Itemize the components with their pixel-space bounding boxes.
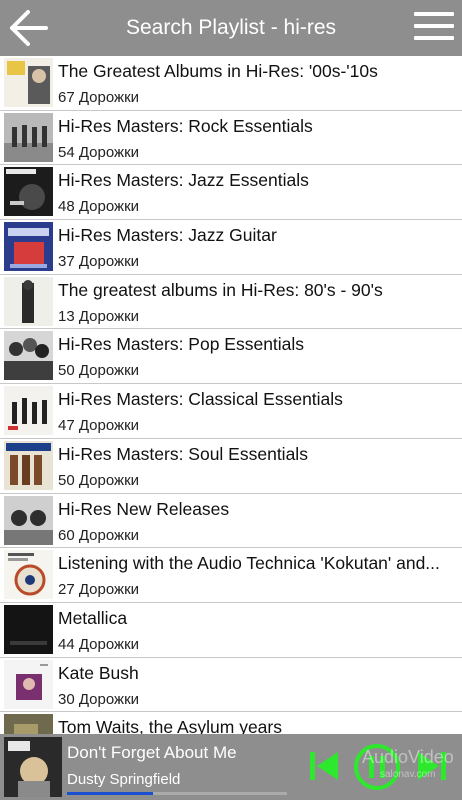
album-cover-thumbnail <box>4 714 53 734</box>
album-cover-thumbnail <box>4 58 53 107</box>
track-count: 60 Дорожки <box>58 526 140 544</box>
now-playing-cover <box>4 737 62 797</box>
album-cover-thumbnail <box>4 604 53 654</box>
now-playing-bar[interactable]: Don't Forget About Me Dusty Springfield … <box>0 734 462 800</box>
playback-progress-bar[interactable] <box>67 792 287 795</box>
playlist-title: Hi-Res Masters: Classical Essentials <box>58 389 343 410</box>
track-count: 67 Дорожки <box>58 89 140 106</box>
playlist-row[interactable]: Hi-Res Masters: Rock Essentials 54 Дорож… <box>0 111 462 166</box>
album-cover-thumbnail <box>4 112 53 162</box>
playlist-row[interactable]: The Greatest Albums in Hi-Res: '00s-'10s… <box>0 56 462 111</box>
playlist-title: Tom Waits, the Asylum years <box>58 717 282 734</box>
track-count: 27 Дорожки <box>58 581 140 599</box>
page-title: Search Playlist - hi-res <box>125 16 337 39</box>
watermark-line2: salonav.com <box>380 769 436 780</box>
top-bar: Search Playlist - hi-res <box>0 0 462 56</box>
skip-previous-icon <box>310 752 338 780</box>
album-cover-thumbnail <box>4 495 53 545</box>
track-count: 37 Дорожки <box>58 253 140 271</box>
playlist-row[interactable]: Hi-Res Masters: Jazz Guitar 37 Дорожки <box>0 220 462 275</box>
now-playing-artist: Dusty Springfield <box>67 771 181 788</box>
track-count: 54 Дорожки <box>58 143 140 161</box>
playlist-title: Kate Bush <box>58 662 139 683</box>
track-count: 50 Дорожки <box>58 471 140 489</box>
playlist-row[interactable]: Hi-Res Masters: Soul Essentials 50 Дорож… <box>0 439 462 494</box>
track-count: 30 Дорожки <box>58 690 140 708</box>
playlist-row[interactable]: Hi-Res New Releases 60 Дорожки <box>0 494 462 549</box>
playlist-title: Listening with the Audio Technica 'Kokut… <box>58 553 440 574</box>
playlist-title: The Greatest Albums in Hi-Res: '00s-'10s <box>58 61 378 81</box>
menu-icon-bar <box>414 24 454 28</box>
album-cover-thumbnail <box>4 276 53 326</box>
playlist-title: Hi-Res Masters: Jazz Essentials <box>58 170 309 191</box>
track-count: 13 Дорожки <box>58 307 140 325</box>
playlist-title: Metallica <box>58 607 128 628</box>
playlist-row[interactable]: Kate Bush 30 Дорожки <box>0 658 462 713</box>
track-count: 47 Дорожки <box>58 417 140 435</box>
arrow-left-icon <box>10 10 48 46</box>
now-playing-track-title: Don't Forget About Me <box>67 743 237 762</box>
track-count: 44 Дорожки <box>58 635 140 653</box>
playback-progress-fill <box>67 792 153 795</box>
back-button[interactable] <box>8 8 50 48</box>
playlist-row[interactable]: Hi-Res Masters: Pop Essentials 50 Дорожк… <box>0 329 462 385</box>
playlist-title: Hi-Res Masters: Rock Essentials <box>58 115 313 136</box>
album-cover-thumbnail <box>4 550 53 600</box>
hamburger-menu-button[interactable] <box>414 12 454 44</box>
menu-icon-bar <box>414 36 454 40</box>
playlist-row[interactable]: Hi-Res Masters: Classical Essentials 47 … <box>0 384 462 439</box>
playlist-title: Hi-Res Masters: Soul Essentials <box>58 443 308 464</box>
album-cover-thumbnail <box>4 659 53 709</box>
playlist-row[interactable]: Metallica 44 Дорожки <box>0 603 462 658</box>
track-count: 48 Дорожки <box>58 198 140 216</box>
playlist-row[interactable]: Hi-Res Masters: Jazz Essentials 48 Дорож… <box>0 165 462 221</box>
album-cover-thumbnail <box>4 440 53 490</box>
playlist-title: Hi-Res Masters: Pop Essentials <box>58 334 305 355</box>
album-cover-thumbnail <box>4 331 53 381</box>
menu-icon-bar <box>414 12 454 16</box>
playlist-title: Hi-Res Masters: Jazz Guitar <box>58 225 277 246</box>
playlist-list[interactable]: The Greatest Albums in Hi-Res: '00s-'10s… <box>0 56 462 734</box>
playlist-row[interactable]: The greatest albums in Hi-Res: 80's - 90… <box>0 275 462 330</box>
playlist-row[interactable]: Tom Waits, the Asylum years <box>0 712 462 734</box>
track-count: 50 Дорожки <box>58 362 140 380</box>
album-cover-thumbnail <box>4 386 53 436</box>
playlist-row[interactable]: Listening with the Audio Technica 'Kokut… <box>0 548 462 603</box>
album-cover-thumbnail <box>4 222 53 272</box>
playlist-title: Hi-Res New Releases <box>58 498 230 519</box>
watermark-line1: AudioVideo <box>362 747 454 767</box>
watermark: AudioVideo salonav.com <box>362 748 454 784</box>
playlist-title: The greatest albums in Hi-Res: 80's - 90… <box>58 279 383 300</box>
previous-track-button[interactable] <box>304 744 344 788</box>
album-cover-thumbnail <box>4 167 53 217</box>
